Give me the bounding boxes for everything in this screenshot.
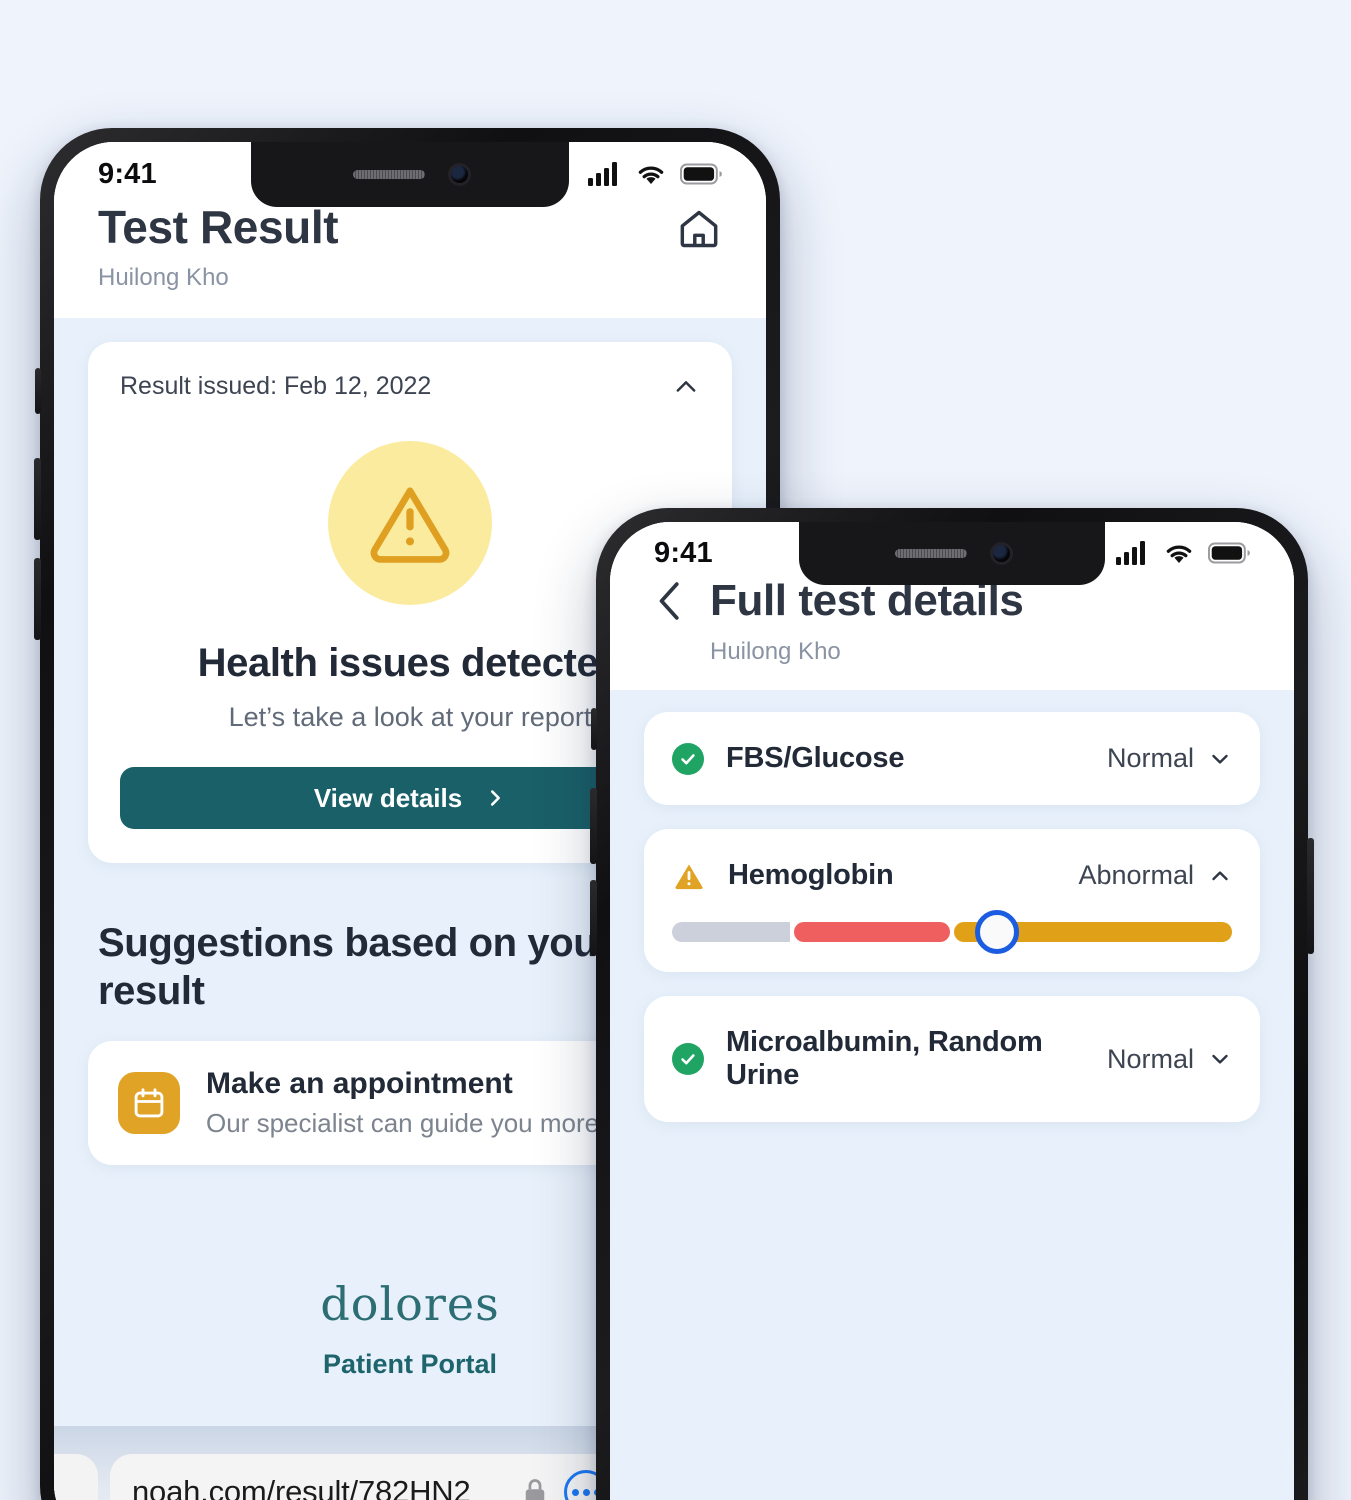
table-row[interactable]: Microalbumin, Random Urine Normal [644,996,1260,1122]
battery-icon-2 [1208,542,1250,564]
address-bar[interactable]: noah.com/result/782HN2 [110,1454,630,1500]
test-status-label: Abnormal [1078,860,1194,890]
warning-triangle-icon [672,861,706,891]
adjacent-tab-preview[interactable] [54,1454,98,1500]
range-segment-critical [793,922,951,942]
test-status[interactable]: Normal [1107,1044,1232,1075]
cellular-signal-icon-2 [1116,541,1145,565]
result-issued-label: Result issued: Feb 12, 2022 [120,372,432,400]
volume-down-button[interactable] [34,558,41,640]
mute-switch-2[interactable] [591,708,597,750]
patient-name-2: Huilong Kho [710,638,841,665]
range-slider-thumb[interactable] [974,910,1019,954]
chevron-up-icon [1212,870,1228,880]
notch [251,142,569,207]
table-row[interactable]: FBS/Glucose Normal [644,712,1260,805]
battery-icon [680,163,722,185]
home-icon[interactable] [676,206,722,252]
chevron-up-icon[interactable] [672,373,700,401]
phone2-screen: 9:41 Full test details Huilong Kho FBS/G… [610,522,1294,1500]
chevron-left-icon[interactable] [654,579,686,623]
page-title: Test Result [98,201,339,253]
warning-illustration [328,441,492,605]
mute-switch[interactable] [35,368,41,414]
warning-triangle-icon [370,487,450,563]
chevron-down-icon [1212,754,1228,764]
lock-icon [525,1479,545,1500]
check-circle-icon [672,1043,704,1075]
test-list: FBS/Glucose Normal Hemoglobin Abnormal M… [610,690,1294,1122]
cellular-signal-icon [588,162,617,186]
phone-device-full-details: 9:41 Full test details Huilong Kho FBS/G… [590,508,1314,1500]
notch-2 [799,522,1105,585]
range-segment-low [672,922,790,942]
status-time-2: 9:41 [654,536,713,569]
status-time: 9:41 [98,157,157,190]
wifi-icon-2 [1166,545,1192,563]
test-status-label: Normal [1106,743,1194,773]
chevron-right-icon [491,790,501,806]
test-status[interactable]: Normal [1107,743,1232,774]
test-status-label: Normal [1106,1043,1194,1074]
test-range-detail [644,910,1260,972]
volume-up-button[interactable] [34,458,41,540]
front-camera-2 [992,544,1010,562]
suggestion-title: Make an appointment [206,1067,513,1100]
range-slider[interactable] [672,910,1232,954]
test-name: Hemoglobin [728,859,894,891]
patient-name: Huilong Kho [98,264,229,291]
table-row[interactable]: Hemoglobin Abnormal [644,829,1260,972]
test-status[interactable]: Abnormal [1078,860,1232,891]
check-circle-icon [672,742,704,775]
calendar-icon [118,1072,180,1134]
suggestion-description: Our specialist can guide you more [206,1108,600,1138]
phone2-content: Full test details Huilong Kho FBS/Glucos… [610,522,1294,1500]
screenshot-canvas: 9:41 Test Result Huilong Kho Result issu… [0,0,1351,1500]
earpiece-speaker [352,169,425,179]
front-camera [450,165,468,183]
power-button-2[interactable] [1307,838,1314,954]
volume-down-button-2[interactable] [590,880,597,956]
chevron-down-icon [1212,1054,1228,1064]
view-details-label: View details [313,782,463,813]
test-name: Microalbumin, Random Urine [726,1026,1043,1091]
earpiece-speaker-2 [894,548,967,558]
volume-up-button-2[interactable] [590,788,597,864]
test-name: FBS/Glucose [726,742,905,774]
wifi-icon [638,166,664,184]
url-text: noah.com/result/782HN2 [132,1474,471,1500]
